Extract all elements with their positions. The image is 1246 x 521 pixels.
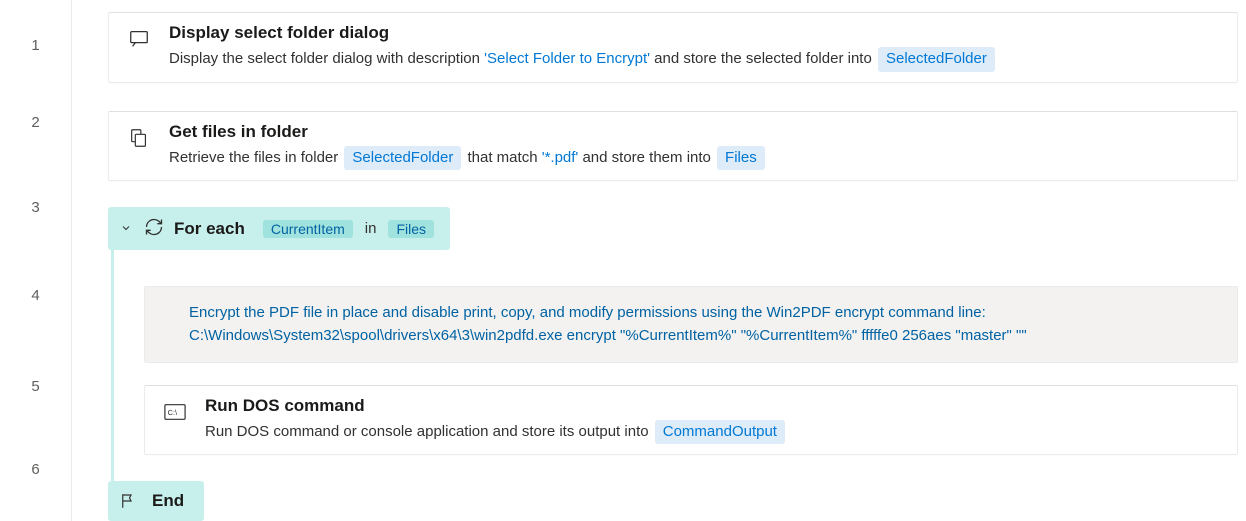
string-literal: '*.pdf' <box>542 149 579 166</box>
line-number: 5 <box>0 342 71 430</box>
step-description: Display the select folder dialog with de… <box>169 47 1219 72</box>
step-title: Run DOS command <box>205 396 1219 416</box>
line-number: 2 <box>0 78 71 166</box>
folder-files-icon <box>127 126 151 150</box>
svg-text:C:\: C:\ <box>168 407 178 416</box>
line-number-gutter: 1 2 3 4 5 6 <box>0 0 72 521</box>
line-number: 1 <box>0 12 71 78</box>
action-get-files-in-folder[interactable]: Get files in folder Retrieve the files i… <box>108 111 1238 182</box>
chevron-down-icon[interactable] <box>118 221 134 237</box>
step-title: Get files in folder <box>169 122 1219 142</box>
loop-end-label: End <box>152 491 184 511</box>
line-number: 4 <box>0 248 71 342</box>
end-flag-icon <box>118 491 138 511</box>
loop-in-word: in <box>365 220 377 237</box>
action-run-dos-command[interactable]: C:\ Run DOS command Run DOS command or c… <box>144 385 1238 456</box>
variable-token[interactable]: Files <box>388 220 434 238</box>
comment-line: C:\Windows\System32\spool\drivers\x64\3\… <box>189 324 1221 347</box>
comment-line: Encrypt the PDF file in place and disabl… <box>189 301 1221 324</box>
action-display-folder-dialog[interactable]: Display select folder dialog Display the… <box>108 12 1238 83</box>
variable-token[interactable]: SelectedFolder <box>878 47 995 72</box>
comment-block[interactable]: Encrypt the PDF file in place and disabl… <box>144 286 1238 363</box>
command-prompt-icon: C:\ <box>163 400 187 424</box>
variable-token[interactable]: CommandOutput <box>655 420 785 445</box>
for-each-header[interactable]: For each CurrentItem in Files <box>108 207 450 250</box>
loop-rail <box>111 237 114 495</box>
line-number: 6 <box>0 430 71 508</box>
variable-token[interactable]: CurrentItem <box>263 220 353 238</box>
variable-token[interactable]: SelectedFolder <box>344 146 461 171</box>
step-description: Run DOS command or console application a… <box>205 420 1219 445</box>
loop-end[interactable]: End <box>108 481 204 521</box>
for-each-block: For each CurrentItem in Files Encrypt th… <box>108 207 1238 521</box>
dialog-icon <box>127 27 151 51</box>
variable-token[interactable]: Files <box>717 146 765 171</box>
step-description: Retrieve the files in folder SelectedFol… <box>169 146 1219 171</box>
loop-icon <box>144 217 164 240</box>
step-title: Display select folder dialog <box>169 23 1219 43</box>
string-literal: 'Select Folder to Encrypt' <box>484 50 650 67</box>
loop-title: For each <box>174 219 245 239</box>
line-number: 3 <box>0 166 71 248</box>
